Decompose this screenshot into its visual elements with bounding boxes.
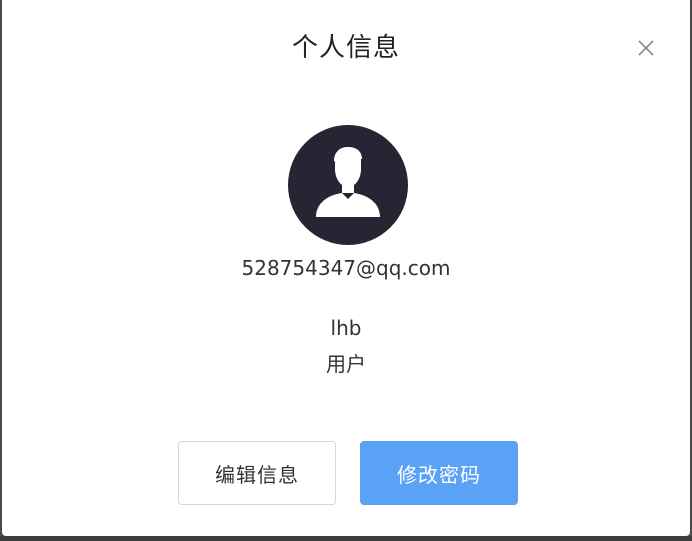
- user-avatar-icon: [316, 147, 380, 217]
- profile-dialog: 个人信息 528754347@qq.com lhb 用户 编辑信息 修改密码: [2, 0, 690, 536]
- avatar: [288, 125, 408, 245]
- background-strip: [0, 536, 692, 541]
- dialog-title: 个人信息: [291, 33, 400, 63]
- close-icon[interactable]: [635, 37, 657, 59]
- user-role: 用户: [326, 352, 366, 376]
- edit-info-button[interactable]: 编辑信息: [178, 441, 336, 505]
- user-name: lhb: [330, 316, 362, 340]
- change-password-button[interactable]: 修改密码: [360, 441, 518, 505]
- user-email: 528754347@qq.com: [241, 256, 451, 280]
